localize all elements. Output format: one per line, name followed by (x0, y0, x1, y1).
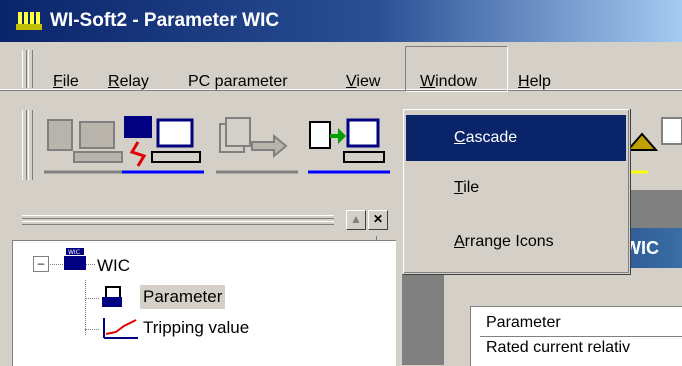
menu-window-accel: W (420, 73, 436, 90)
tree-line (85, 280, 86, 335)
tree-item-parameter[interactable]: Parameter (140, 285, 226, 309)
tripping-curve-icon (100, 316, 140, 342)
tree-line (85, 298, 99, 299)
menubar-grip[interactable] (22, 50, 27, 88)
menubar-grip-2[interactable] (28, 50, 33, 88)
menu-window[interactable]: Window (420, 73, 477, 91)
pane-grip[interactable] (22, 215, 334, 225)
menu-view-accel: V (346, 73, 357, 90)
menu-relay-rest: elay (119, 73, 149, 90)
arrange-accel: A (454, 233, 465, 250)
menu-relay[interactable]: Relay (108, 73, 149, 91)
close-icon: ✕ (372, 212, 384, 226)
window-title: WI-Soft2 - Parameter WIC (50, 10, 280, 31)
tree-item-tripping-value[interactable]: Tripping value (143, 318, 249, 338)
menu-bar (0, 42, 682, 90)
menu-help[interactable]: Help (518, 73, 551, 91)
menu-help-accel: H (518, 73, 530, 90)
dropdown-item-tile[interactable]: Tile (406, 165, 626, 211)
pane-maximize-button[interactable]: ▲ (346, 210, 366, 230)
menu-pc-parameter-label: PC parameter (188, 73, 288, 90)
wic-device-icon: WIC (62, 248, 88, 272)
send-to-pc-icon[interactable] (304, 112, 394, 174)
pane-close-button[interactable]: ✕ (368, 210, 388, 230)
maximize-icon: ▲ (350, 212, 362, 226)
tile-rest: ile (463, 179, 480, 196)
arrange-rest: rrange Icons (464, 233, 554, 250)
toolbar-grip-2[interactable] (28, 110, 33, 180)
tree-line (85, 329, 99, 330)
menu-view[interactable]: View (346, 73, 380, 91)
window-dropdown-menu: Cascade Tile Arrange Icons (402, 108, 630, 274)
menu-file-rest: ile (62, 73, 79, 90)
toolbar-grip[interactable] (22, 110, 27, 180)
dropdown-item-arrange-icons[interactable]: Arrange Icons (406, 219, 626, 265)
collapse-icon: – (37, 256, 45, 270)
parameter-icon (100, 285, 124, 309)
table-header[interactable]: Parameter (486, 314, 561, 332)
tree-root-label[interactable]: WIC (97, 256, 130, 276)
relay-pc-icon[interactable] (40, 112, 130, 174)
menu-pc-parameter[interactable]: PC parameter (188, 73, 288, 91)
tree-expander[interactable]: – (33, 256, 49, 272)
tree-item-parameter-label: Parameter (143, 287, 223, 306)
menu-file-accel: F (53, 73, 63, 90)
relay-connect-icon[interactable] (118, 112, 208, 174)
transfer-icon[interactable] (212, 112, 302, 174)
menu-help-rest: elp (529, 73, 551, 90)
menu-relay-accel: R (108, 73, 120, 90)
dropdown-item-cascade[interactable]: Cascade (406, 115, 626, 161)
cascade-rest: ascade (465, 129, 518, 146)
partial-icon[interactable] (622, 112, 682, 178)
menu-view-rest: iew (356, 73, 381, 90)
cascade-accel: C (454, 129, 466, 146)
table-header-divider (480, 336, 682, 337)
menu-window-rest: indow (435, 73, 477, 90)
menu-file[interactable]: File (53, 73, 79, 91)
tile-accel: T (454, 179, 464, 196)
app-icon[interactable] (16, 10, 42, 32)
svg-text:WIC: WIC (68, 249, 80, 256)
table-row[interactable]: Rated current relativ (486, 339, 630, 357)
